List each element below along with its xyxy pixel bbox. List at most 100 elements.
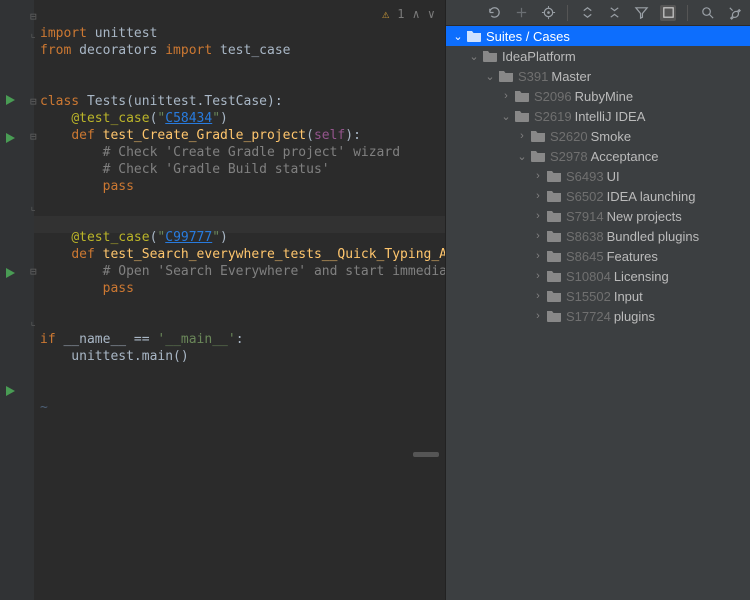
chevron-right-icon[interactable]: › — [532, 270, 544, 282]
tree-item[interactable]: ›S8645Features — [446, 246, 750, 266]
chevron-right-icon[interactable]: › — [532, 190, 544, 202]
separator — [567, 5, 568, 21]
tree-id: S2620 — [550, 129, 588, 144]
tree-label: Suites / Cases — [486, 29, 570, 44]
chevron-right-icon[interactable]: › — [532, 250, 544, 262]
tree-id: S391 — [518, 69, 548, 84]
code-token — [40, 230, 71, 245]
code-area[interactable]: import unittest from decorators import t… — [40, 8, 445, 433]
code-token: test_Search_everywhere_tests__Quick_Typi… — [103, 247, 445, 262]
chevron-right-icon[interactable]: › — [532, 290, 544, 302]
add-icon[interactable] — [513, 5, 529, 21]
code-token: def — [71, 128, 102, 143]
filter-icon[interactable] — [633, 5, 649, 21]
chevron-right-icon[interactable]: › — [500, 90, 512, 102]
decorator-link[interactable]: C58434 — [165, 111, 212, 126]
run-icon[interactable] — [6, 386, 18, 398]
code-token: def — [71, 247, 102, 262]
folder-icon — [546, 289, 562, 303]
folder-icon — [546, 169, 562, 183]
code-token: ( — [306, 128, 314, 143]
code-token: test_Create_Gradle_project — [103, 128, 307, 143]
tree-label: UI — [607, 169, 620, 184]
chevron-right-icon[interactable]: › — [532, 230, 544, 242]
code-token: Tests — [87, 94, 126, 109]
code-token: self — [314, 128, 345, 143]
folder-icon — [546, 269, 562, 283]
chevron-right-icon[interactable]: › — [532, 210, 544, 222]
settings-icon[interactable] — [726, 5, 742, 21]
folder-icon — [530, 129, 546, 143]
tree-id: S17724 — [566, 309, 611, 324]
run-icon[interactable] — [6, 268, 18, 280]
code-token — [40, 162, 103, 177]
chevron-down-icon[interactable]: ⌄ — [500, 110, 512, 123]
tree-item[interactable]: ›S2620Smoke — [446, 126, 750, 146]
chevron-down-icon[interactable]: ⌄ — [516, 150, 528, 163]
folder-icon — [514, 109, 530, 123]
refresh-icon[interactable] — [486, 5, 502, 21]
expand-all-icon[interactable] — [579, 5, 595, 21]
collapse-all-icon[interactable] — [606, 5, 622, 21]
tree-id: S2096 — [534, 89, 572, 104]
view-mode-icon[interactable] — [660, 5, 676, 21]
editor-pane[interactable]: ⊟ ⌞ ⊟ ⊟ ⌞ ⊟ ⌞ ⚠ 1 ∧ ∨ import unittest fr… — [0, 0, 445, 600]
code-token: pass — [103, 281, 134, 296]
folder-icon — [546, 189, 562, 203]
tree-label: Bundled plugins — [607, 229, 700, 244]
chevron-down-icon[interactable]: ⌄ — [452, 30, 464, 43]
tree-item[interactable]: ›S2096RubyMine — [446, 86, 750, 106]
tree-item[interactable]: ›S8638Bundled plugins — [446, 226, 750, 246]
run-icon[interactable] — [6, 95, 18, 107]
target-icon[interactable] — [540, 5, 556, 21]
tree-item[interactable]: ⌄S2619IntelliJ IDEA — [446, 106, 750, 126]
tree[interactable]: ⌄ Suites / Cases ⌄IdeaPlatform⌄S391Maste… — [446, 26, 750, 600]
fold-toggle[interactable]: ⊟ — [30, 96, 40, 107]
tree-item[interactable]: ⌄IdeaPlatform — [446, 46, 750, 66]
tree-item[interactable]: ›S15502Input — [446, 286, 750, 306]
tree-root[interactable]: ⌄ Suites / Cases — [446, 26, 750, 46]
chevron-down-icon[interactable]: ⌄ — [468, 50, 480, 63]
tree-item[interactable]: › S6502IDEA launching — [446, 186, 750, 206]
code-token: (unittest.TestCase): — [126, 94, 283, 109]
folder-icon — [546, 309, 562, 323]
code-token: : — [236, 332, 244, 347]
code-token: == — [126, 332, 157, 347]
chevron-down-icon[interactable]: ⌄ — [484, 70, 496, 83]
tree-id: S10804 — [566, 269, 611, 284]
tree-item[interactable]: ›S17724plugins — [446, 306, 750, 326]
tree-id: S6502 — [566, 189, 604, 204]
tree-item[interactable]: › S6493UI — [446, 166, 750, 186]
chevron-right-icon[interactable]: › — [532, 310, 544, 322]
horizontal-scrollbar[interactable] — [413, 452, 439, 457]
code-token: ): — [345, 128, 361, 143]
code-token: if — [40, 332, 63, 347]
code-token — [40, 179, 103, 194]
code-token: # Check 'Create Gradle project' wizard — [103, 145, 400, 160]
folder-icon — [498, 69, 514, 83]
code-token — [40, 111, 71, 126]
tree-item[interactable]: ›S10804Licensing — [446, 266, 750, 286]
chevron-right-icon[interactable]: › — [516, 130, 528, 142]
code-token: pass — [103, 179, 134, 194]
run-icon[interactable] — [6, 133, 18, 145]
fold-toggle[interactable]: ⊟ — [30, 266, 40, 277]
fold-toggle[interactable]: ⊟ — [30, 131, 40, 142]
search-icon[interactable] — [699, 5, 715, 21]
fold-toggle[interactable]: ⊟ — [30, 11, 40, 22]
folder-icon — [546, 249, 562, 263]
tree-label: IDEA launching — [607, 189, 696, 204]
code-token: # Open 'Search Everywhere' and start imm… — [103, 264, 445, 279]
decorator-link[interactable]: C99777 — [165, 230, 212, 245]
tree-id: S6493 — [566, 169, 604, 184]
tree-label: Input — [614, 289, 643, 304]
fold-end: ⌞ — [30, 316, 40, 327]
code-token — [40, 264, 103, 279]
tree-id: S8645 — [566, 249, 604, 264]
code-token: @test_case — [71, 111, 149, 126]
tree-item[interactable]: ⌄S2978Acceptance — [446, 146, 750, 166]
tree-item[interactable]: ⌄S391Master — [446, 66, 750, 86]
tree-item[interactable]: ›S7914New projects — [446, 206, 750, 226]
tree-label: Acceptance — [591, 149, 659, 164]
chevron-right-icon[interactable]: › — [532, 170, 544, 182]
